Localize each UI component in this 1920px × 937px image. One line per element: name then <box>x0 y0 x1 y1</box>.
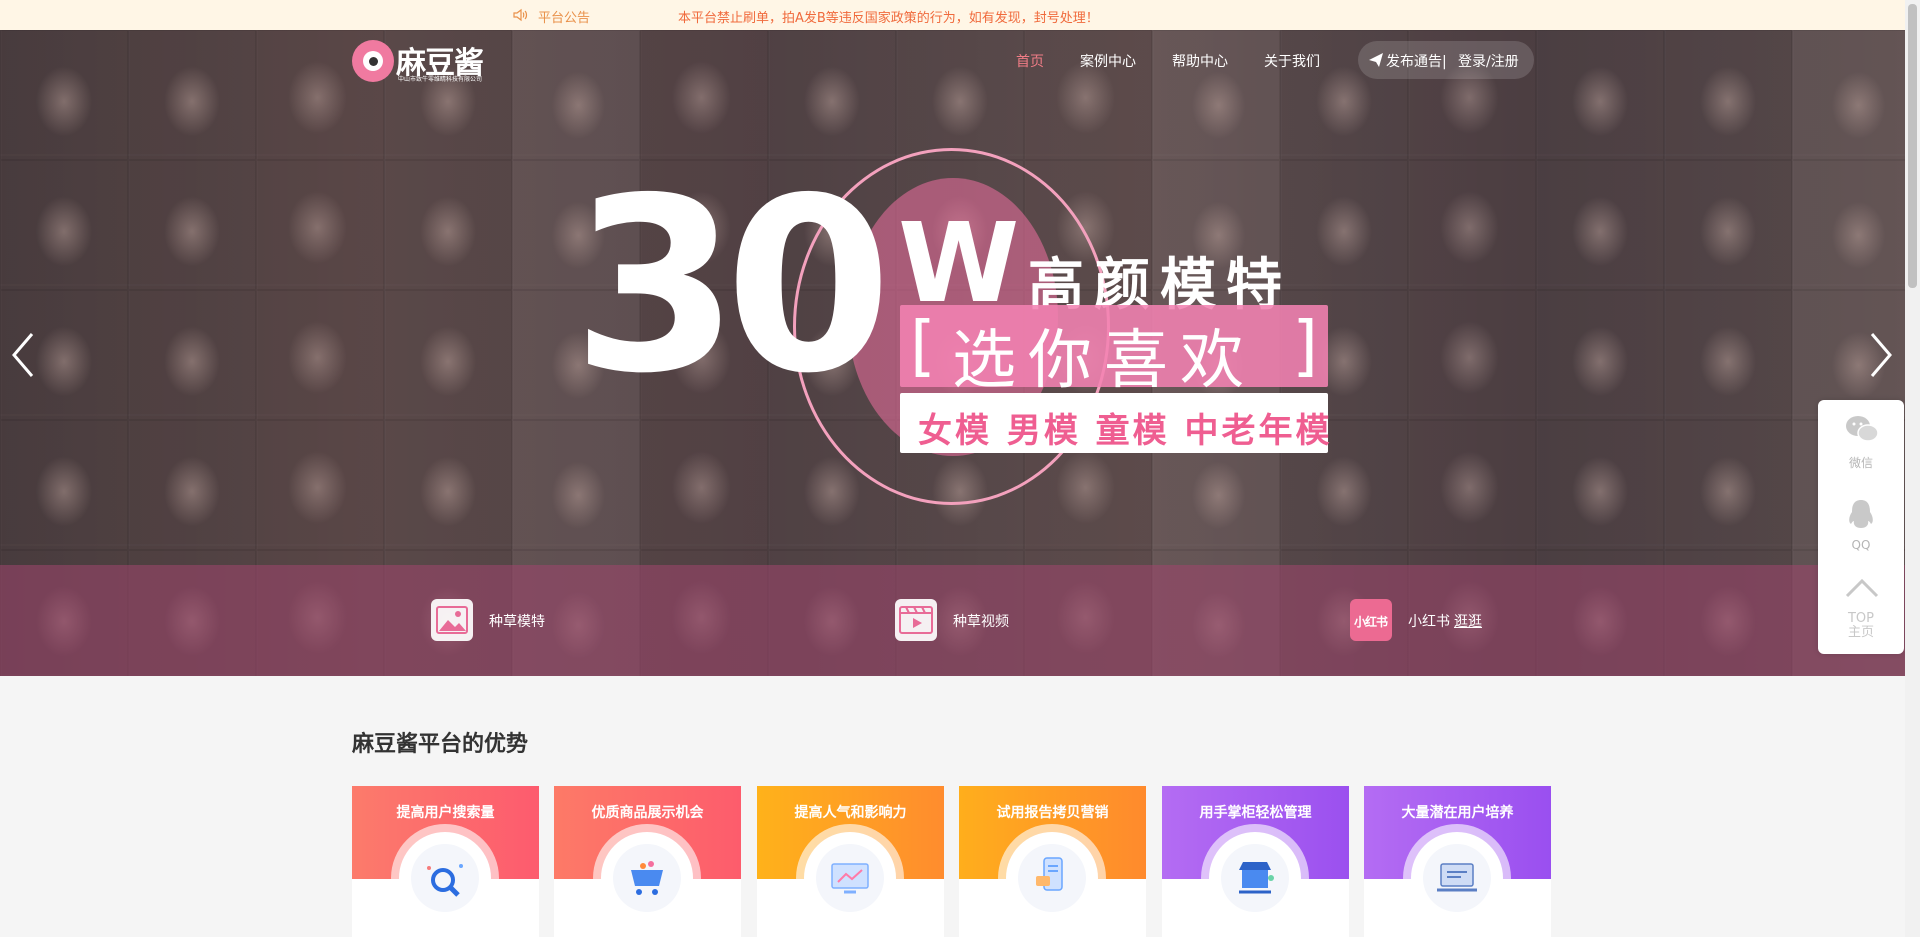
card-title: 大量潜在用户培养 <box>1401 805 1514 821</box>
paper-plane-icon <box>1369 53 1383 67</box>
monitor-chart-icon <box>831 863 869 894</box>
card-illustration <box>399 832 491 924</box>
wechat-icon <box>1846 416 1879 442</box>
hero-slogan-box: [ 选你喜欢 ] <box>900 305 1328 398</box>
card-illustration <box>601 832 693 924</box>
mobile-report-icon <box>1036 857 1063 891</box>
carousel-prev-arrow-icon[interactable] <box>8 330 38 380</box>
sidebar-qq[interactable]: QQ <box>1818 484 1904 568</box>
qq-label: QQ <box>1851 538 1871 552</box>
card-title: 提高用户搜索量 <box>396 805 495 821</box>
advantages-title: 麻豆酱平台的优势 <box>352 732 529 757</box>
card-title: 优质商品展示机会 <box>591 805 704 821</box>
hero-categories: 女模 男模 童模 中老年模 <box>918 411 1333 451</box>
qq-penguin-icon <box>1849 500 1873 528</box>
laptop-users-icon <box>1437 863 1477 892</box>
card-illustration <box>804 832 896 924</box>
back-to-top-label: TOP 主页 <box>1847 611 1874 641</box>
search-magnifier-icon <box>427 864 463 897</box>
wechat-label: 微信 <box>1848 456 1873 470</box>
xiaohongshu-icon: 小红书 <box>1350 599 1392 641</box>
card-title: 用手掌柜轻松管理 <box>1199 805 1312 821</box>
page-scrollbar[interactable] <box>1905 0 1920 937</box>
login-register-link[interactable]: 登录/注册 <box>1458 51 1519 71</box>
card-illustration <box>1411 832 1503 924</box>
hero-categories-box: 女模 男模 童模 中老年模 <box>900 393 1330 453</box>
advantage-card: 提高用户搜索量 <box>352 786 539 937</box>
scrollbar-thumb[interactable] <box>1908 4 1917 288</box>
feature-model-label: 种草模特 <box>489 614 545 630</box>
storefront-icon <box>1239 862 1274 894</box>
sidebar-back-to-top[interactable]: TOP 主页 <box>1818 568 1904 652</box>
card-illustration <box>1209 832 1301 924</box>
advantage-card: 用手掌柜轻松管理 <box>1162 786 1349 937</box>
bracket-left: [ <box>910 307 936 384</box>
notice-text[interactable]: 本平台禁止刷单，拍A发B等违反国家政策的行为，如有发现，封号处理！ <box>678 7 1099 26</box>
card-illustration <box>1006 832 1098 924</box>
site-logo[interactable]: 麻豆酱 中山市致牛零维睛科技有限公司 <box>352 38 492 84</box>
hero-unit: W <box>898 199 1020 327</box>
notice-bar: 平台公告 本平台禁止刷单，拍A发B等违反国家政策的行为，如有发现，封号处理！ <box>0 0 1905 30</box>
advantage-card: 试用报告拷贝营销 <box>959 786 1146 937</box>
image-icon <box>431 599 473 641</box>
feature-video-label: 种草视频 <box>953 614 1009 630</box>
nav-home[interactable]: 首页 <box>1016 51 1044 71</box>
carousel-next-arrow-icon[interactable] <box>1866 330 1896 380</box>
hero-slogan: 选你喜欢 <box>952 324 1256 398</box>
shopping-cart-icon <box>631 861 663 895</box>
xiaohongshu-icon-text: 小红书 <box>1354 615 1388 629</box>
card-title: 试用报告拷贝营销 <box>996 805 1109 821</box>
speaker-icon <box>513 8 528 22</box>
video-icon <box>895 599 937 641</box>
header-actions: 发布通告| 登录/注册 <box>1358 41 1534 79</box>
logo-subtitle: 中山市致牛零维睛科技有限公司 <box>398 76 483 83</box>
sidebar-wechat[interactable]: 微信 <box>1818 400 1904 484</box>
nav-help[interactable]: 帮助中心 <box>1172 51 1228 71</box>
card-title: 提高人气和影响力 <box>794 805 907 821</box>
logo-mark-icon <box>352 40 394 82</box>
nav-about[interactable]: 关于我们 <box>1264 51 1320 71</box>
nav-cases[interactable]: 案例中心 <box>1080 51 1136 71</box>
floating-sidebar: 微信 QQ TOP 主页 <box>1818 400 1904 654</box>
chevron-up-icon <box>1845 578 1879 598</box>
feature-xiaohongshu-link[interactable]: 逛逛 <box>1454 614 1482 630</box>
publish-notice-button[interactable]: 发布通告| <box>1386 51 1447 71</box>
bracket-right: ] <box>1292 307 1318 384</box>
notice-title: 平台公告 <box>538 11 591 26</box>
feature-xiaohongshu-label: 小红书 逛逛 <box>1408 614 1482 630</box>
advantage-card: 大量潜在用户培养 <box>1364 786 1551 937</box>
advantage-card: 提高人气和影响力 <box>757 786 944 937</box>
hero-number: 30 <box>572 146 892 426</box>
advantage-card: 优质商品展示机会 <box>554 786 741 937</box>
